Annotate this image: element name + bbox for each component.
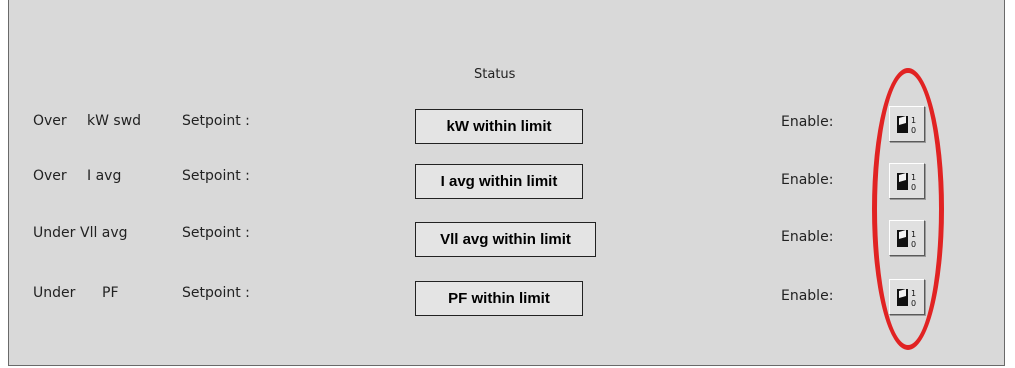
enable-label: Enable: — [781, 229, 834, 245]
enable-label: Enable: — [781, 114, 834, 130]
enable-toggle-vll-avg[interactable]: 1 0 — [889, 220, 925, 256]
svg-text:1: 1 — [911, 289, 916, 298]
svg-text:0: 0 — [911, 126, 916, 135]
setpoint-label: Setpoint : — [182, 168, 250, 184]
switch-1-0-icon: 1 0 — [897, 230, 916, 249]
status-indicator-vll-avg: Vll avg within limit — [415, 222, 596, 257]
switch-1-0-icon: 1 0 — [897, 289, 916, 308]
condition-parameter-label: I avg — [87, 168, 122, 184]
switch-1-0-icon: 1 0 — [897, 116, 916, 135]
condition-type-label: Over — [33, 168, 67, 184]
svg-text:1: 1 — [911, 116, 916, 125]
condition-type-label: Under — [33, 285, 76, 301]
svg-text:0: 0 — [911, 240, 916, 249]
condition-parameter-label: Vll avg — [80, 225, 128, 241]
condition-parameter-label: PF — [102, 285, 119, 301]
condition-type-label: Over — [33, 113, 67, 129]
condition-parameter-label: kW swd — [87, 113, 142, 129]
svg-text:1: 1 — [911, 230, 916, 239]
svg-text:0: 0 — [911, 183, 916, 192]
switch-1-0-icon: 1 0 — [897, 173, 916, 192]
svg-text:0: 0 — [911, 299, 916, 308]
status-column-header: Status — [474, 67, 516, 82]
status-indicator-kw: kW within limit — [415, 109, 583, 144]
enable-label: Enable: — [781, 172, 834, 188]
enable-toggle-i-avg[interactable]: 1 0 — [889, 163, 925, 199]
setpoint-label: Setpoint : — [182, 285, 250, 301]
condition-type-label: Under — [33, 225, 76, 241]
enable-label: Enable: — [781, 288, 834, 304]
setpoint-label: Setpoint : — [182, 225, 250, 241]
enable-toggle-pf[interactable]: 1 0 — [889, 279, 925, 315]
setpoint-label: Setpoint : — [182, 113, 250, 129]
svg-text:1: 1 — [911, 173, 916, 182]
enable-toggle-kw[interactable]: 1 0 — [889, 106, 925, 142]
status-indicator-pf: PF within limit — [415, 281, 583, 316]
status-indicator-i-avg: I avg within limit — [415, 164, 583, 199]
